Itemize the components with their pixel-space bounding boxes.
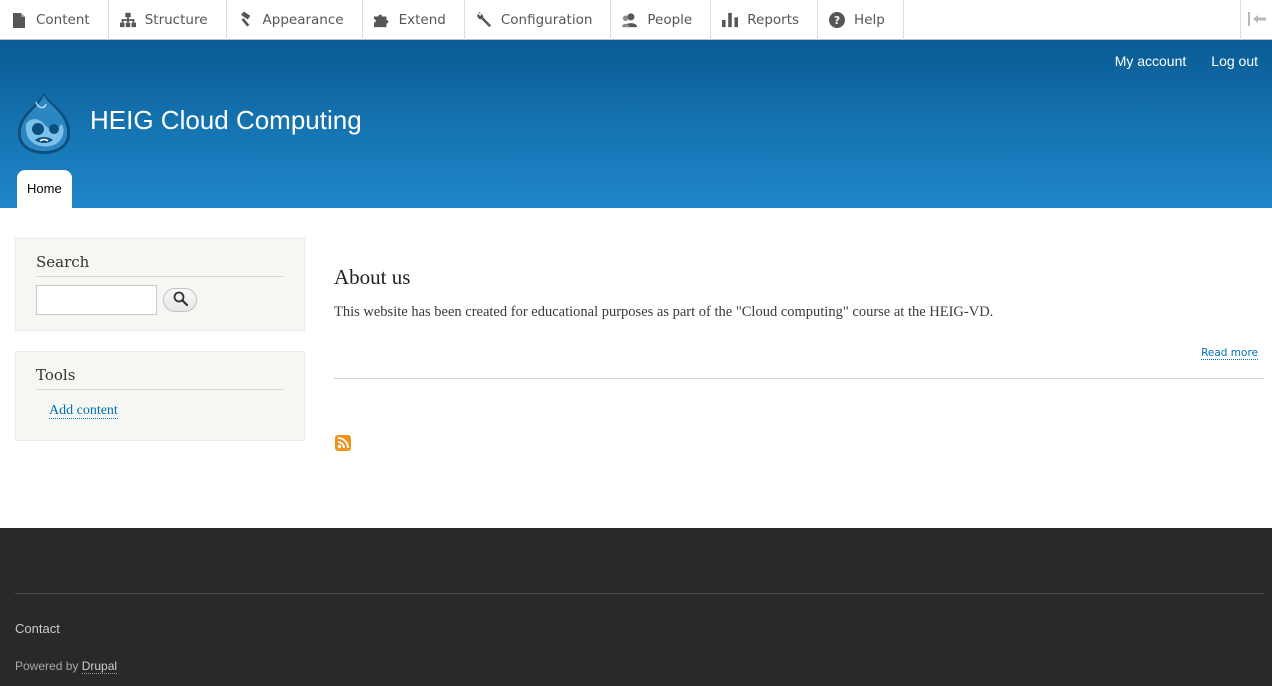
log-out-link[interactable]: Log out	[1211, 53, 1258, 69]
toolbar-item-extend[interactable]: Extend	[363, 0, 465, 40]
toolbar-item-configuration[interactable]: Configuration	[465, 0, 612, 40]
toolbar-item-label: Structure	[144, 12, 208, 28]
secondary-menu: My account Log out	[1115, 53, 1258, 69]
toolbar-item-structure[interactable]: Structure	[109, 0, 227, 40]
toolbar-item-label: Configuration	[500, 12, 593, 28]
main-menu: Home	[17, 170, 72, 208]
toolbar-item-label: Help	[854, 12, 885, 28]
site-header: My account Log out HEIG Cloud Computing …	[0, 40, 1272, 208]
article-divider	[334, 378, 1264, 379]
collapse-toolbar-icon	[1247, 11, 1266, 30]
toolbar-item-reports[interactable]: Reports	[711, 0, 819, 40]
search-block: Search	[15, 238, 305, 331]
appearance-icon	[238, 11, 254, 29]
configuration-icon	[476, 11, 492, 29]
content-icon	[11, 11, 27, 29]
drupal-link[interactable]: Drupal	[81, 659, 118, 674]
search-icon	[173, 291, 188, 310]
help-icon: ?	[829, 11, 846, 29]
footer-contact-link[interactable]: Contact	[15, 621, 60, 636]
add-content-link[interactable]: Add content	[49, 403, 118, 419]
admin-toolbar: Content Structure Appearance Extend Conf…	[0, 0, 1272, 40]
search-form	[36, 285, 284, 315]
toolbar-item-content[interactable]: Content	[0, 0, 109, 40]
read-more-link[interactable]: Read more	[1201, 347, 1258, 360]
search-button[interactable]	[163, 288, 197, 312]
powered-by-text: Powered by Drupal	[15, 659, 118, 674]
site-footer: Contact Powered by Drupal	[0, 528, 1272, 686]
toolbar-item-appearance[interactable]: Appearance	[227, 0, 363, 40]
svg-text:?: ?	[834, 14, 840, 27]
powered-by-prefix: Powered by	[15, 659, 79, 673]
toolbar-item-people[interactable]: People	[611, 0, 712, 40]
toolbar-item-help[interactable]: ? Help	[818, 0, 904, 40]
extend-icon	[373, 11, 390, 29]
tools-block: Tools Add content	[15, 351, 305, 441]
toolbar-item-label: People	[647, 12, 693, 28]
footer-divider	[15, 593, 1264, 594]
search-block-title: Search	[36, 253, 284, 277]
site-name-link[interactable]: HEIG Cloud Computing	[90, 105, 362, 136]
toolbar-item-label: Appearance	[262, 12, 344, 28]
reports-icon	[722, 11, 739, 29]
main-menu-home-tab[interactable]: Home	[17, 170, 72, 208]
my-account-link[interactable]: My account	[1115, 53, 1187, 69]
drupal-logo-icon[interactable]	[14, 90, 74, 156]
article-body: This website has been created for educat…	[334, 304, 994, 320]
toolbar-item-label: Content	[36, 12, 90, 28]
toolbar-item-label: Reports	[747, 12, 800, 28]
tools-block-title: Tools	[36, 366, 284, 390]
rss-feed-icon[interactable]	[335, 435, 351, 451]
people-icon	[622, 11, 638, 29]
article-title-link[interactable]: About us	[334, 265, 1264, 290]
main-content: About us This website has been created f…	[334, 265, 1264, 379]
toolbar-collapse-button[interactable]	[1240, 0, 1272, 40]
search-input[interactable]	[36, 285, 157, 315]
structure-icon	[119, 11, 136, 29]
toolbar-item-label: Extend	[398, 12, 446, 28]
